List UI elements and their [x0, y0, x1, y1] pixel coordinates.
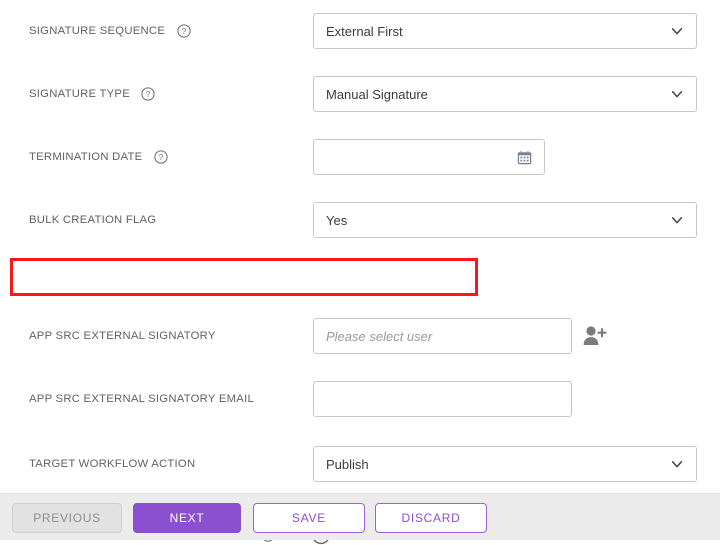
footer-action-bar: PREVIOUS NEXT SAVE DISCARD [0, 493, 720, 540]
label-app-src-external-signatory: APP SRC EXTERNAL SIGNATORY [29, 330, 216, 342]
label-signature-sequence: SIGNATURE SEQUENCE ? [29, 24, 191, 38]
form-section-suppliers-and-agreement-details: * SUPPLIERS AND AGREEMENT DETAILS ? [0, 258, 720, 296]
label-termination-date: TERMINATION DATE ? [29, 150, 168, 164]
label-text: TERMINATION DATE [29, 151, 142, 163]
select-value: Publish [326, 457, 670, 472]
select-signature-sequence[interactable]: External First [313, 13, 697, 49]
select-value: Yes [326, 213, 670, 228]
chevron-down-icon[interactable] [670, 213, 684, 227]
form-area: SIGNATURE SEQUENCE ? External First [0, 0, 720, 493]
form-row-signature-type: SIGNATURE TYPE ? Manual Signature [0, 63, 720, 125]
label-text: APP SRC EXTERNAL SIGNATORY EMAIL [29, 393, 254, 405]
previous-button[interactable]: PREVIOUS [12, 503, 122, 533]
svg-text:?: ? [181, 26, 186, 36]
next-button[interactable]: NEXT [133, 503, 241, 533]
select-value: External First [326, 24, 670, 39]
email-field[interactable] [313, 381, 572, 417]
form-row-target-workflow-action: TARGET WORKFLOW ACTION Publish [0, 433, 720, 495]
form-row-app-src-external-signatory-email: APP SRC EXTERNAL SIGNATORY EMAIL [0, 368, 720, 430]
save-button[interactable]: SAVE [253, 503, 365, 533]
label-text: BULK CREATION FLAG [29, 214, 156, 226]
form-row-signature-sequence: SIGNATURE SEQUENCE ? External First [0, 0, 720, 62]
label-text: TARGET WORKFLOW ACTION [29, 458, 195, 470]
label-signature-type: SIGNATURE TYPE ? [29, 87, 155, 101]
label-text: SIGNATURE SEQUENCE [29, 25, 165, 37]
add-user-icon[interactable] [581, 324, 607, 348]
label-target-workflow-action: TARGET WORKFLOW ACTION [29, 458, 195, 470]
label-text: APP SRC EXTERNAL SIGNATORY [29, 330, 216, 342]
help-circle-icon[interactable]: ? [141, 87, 155, 101]
svg-text:?: ? [146, 89, 151, 99]
chevron-down-icon[interactable] [670, 87, 684, 101]
user-select-placeholder: Please select user [326, 329, 432, 344]
chevron-down-icon[interactable] [670, 457, 684, 471]
svg-text:?: ? [158, 152, 163, 162]
label-bulk-creation-flag: BULK CREATION FLAG [29, 214, 156, 226]
wizard-form-page: SIGNATURE SEQUENCE ? External First [0, 0, 720, 540]
select-target-workflow-action[interactable]: Publish [313, 446, 697, 482]
select-value: Manual Signature [326, 87, 670, 102]
select-bulk-creation-flag[interactable]: Yes [313, 202, 697, 238]
form-row-bulk-creation-flag: BULK CREATION FLAG Yes [0, 189, 720, 251]
label-text: SIGNATURE TYPE [29, 88, 130, 100]
calendar-icon[interactable] [517, 150, 532, 165]
form-row-app-src-external-signatory: APP SRC EXTERNAL SIGNATORY Please select… [0, 305, 720, 367]
help-circle-icon[interactable]: ? [177, 24, 191, 38]
date-input-termination-date[interactable] [313, 139, 545, 175]
chevron-down-icon[interactable] [670, 24, 684, 38]
label-app-src-external-signatory-email: APP SRC EXTERNAL SIGNATORY EMAIL [29, 393, 254, 405]
help-circle-icon[interactable]: ? [154, 150, 168, 164]
discard-button[interactable]: DISCARD [375, 503, 487, 533]
select-signature-type[interactable]: Manual Signature [313, 76, 697, 112]
form-row-termination-date: TERMINATION DATE ? [0, 126, 720, 188]
user-select-input[interactable]: Please select user [313, 318, 572, 354]
